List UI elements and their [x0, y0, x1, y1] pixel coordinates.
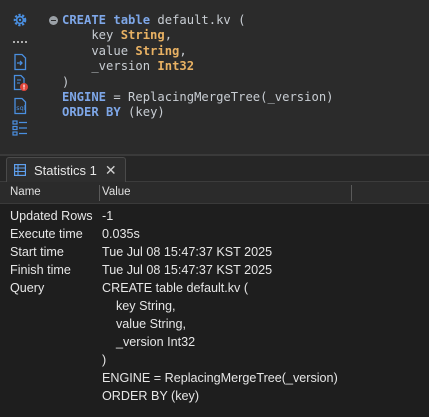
sql-keyword: ENGINE — [62, 89, 107, 104]
row-value: Tue Jul 08 15:47:37 KST 2025 — [102, 243, 272, 261]
sql-type: String — [135, 43, 180, 58]
table-row[interactable]: Updated Rows -1 — [0, 207, 429, 225]
table-grid-icon — [14, 164, 26, 176]
table-body: Updated Rows -1 Execute time 0.035s Start ti… — [0, 207, 429, 405]
sql-text: (key) — [120, 105, 165, 120]
sql-text: , — [179, 43, 187, 58]
editor-toolbar: sql — [0, 0, 40, 154]
tab-label: Statistics 1 — [34, 162, 97, 178]
sql-type: String — [120, 28, 165, 43]
value-line: ENGINE = ReplacingMergeTree(_version) — [102, 371, 338, 385]
row-value: 0.035s — [102, 225, 140, 243]
column-divider[interactable] — [99, 185, 100, 201]
table-row[interactable]: Query CREATE table default.kv ( key Strin… — [0, 279, 429, 405]
value-line: Tue Jul 08 15:47:37 KST 2025 — [102, 263, 273, 277]
sql-type: Int32 — [157, 59, 195, 74]
code-line[interactable]: value String, — [62, 44, 429, 59]
value-line: Tue Jul 08 15:47:37 KST 2025 — [102, 245, 273, 259]
value-line: 0.035s — [102, 227, 140, 241]
row-name: Start time — [10, 245, 64, 259]
code-line[interactable]: ENGINE = ReplacingMergeTree(_version) — [62, 90, 429, 105]
code-line[interactable]: ) — [62, 75, 429, 90]
value-line: _version Int32 — [102, 335, 196, 349]
settings-gear-icon[interactable] — [11, 11, 29, 29]
table-header: Name Value — [0, 182, 429, 204]
row-name: Execute time — [10, 227, 83, 241]
svg-text:sql: sql — [16, 104, 26, 112]
code-text[interactable]: CREATE table default.kv ( key String, va… — [49, 13, 429, 121]
sql-editor[interactable]: sql CREATE table default.kv ( key String… — [0, 0, 429, 154]
code-line[interactable]: key String, — [62, 28, 429, 43]
code-line[interactable]: CREATE table default.kv ( — [49, 13, 429, 28]
script-file-icon[interactable]: sql — [11, 97, 29, 115]
sql-text: _version — [62, 59, 158, 74]
column-header-name[interactable]: Name — [10, 182, 41, 204]
statistics-table: Name Value Updated Rows -1 Execute time 0.0… — [0, 182, 429, 417]
value-line: CREATE table default.kv ( — [102, 281, 249, 295]
row-value: -1 — [102, 207, 113, 225]
value-line: key String, — [102, 299, 176, 313]
row-name: Updated Rows — [10, 209, 93, 223]
table-row[interactable]: Start time Tue Jul 08 15:47:37 KST 2025 — [0, 243, 429, 261]
row-name: Finish time — [10, 263, 71, 277]
sql-text: ) — [62, 74, 70, 89]
value-line: -1 — [102, 209, 114, 223]
results-tab-bar: Statistics 1 ✕ — [0, 156, 429, 182]
value-line: value String, — [102, 317, 186, 331]
row-value: Tue Jul 08 15:47:37 KST 2025 — [102, 261, 272, 279]
sql-keyword: CREATE — [62, 13, 107, 27]
sql-keyword: ORDER — [62, 105, 99, 120]
error-file-icon[interactable] — [11, 74, 29, 92]
sql-text: value — [62, 43, 136, 58]
column-header-value[interactable]: Value — [102, 182, 131, 204]
table-row[interactable]: Finish time Tue Jul 08 15:47:37 KST 2025 — [0, 261, 429, 279]
row-name: Query — [10, 281, 45, 295]
fold-toggle-icon[interactable] — [49, 16, 58, 25]
value-line: ORDER BY (key) — [102, 389, 200, 403]
export-file-icon[interactable] — [11, 53, 29, 71]
table-row[interactable]: Execute time 0.035s — [0, 225, 429, 243]
sql-keyword: table — [113, 13, 151, 27]
outline-tree-icon[interactable] — [11, 119, 29, 137]
code-line[interactable]: _version Int32 — [62, 59, 429, 74]
close-icon[interactable]: ✕ — [105, 163, 117, 177]
sql-text: key — [62, 28, 121, 43]
code-line[interactable]: ORDER BY (key) — [62, 105, 429, 120]
more-dots-icon[interactable] — [11, 31, 29, 49]
row-value: CREATE table default.kv ( key String, va… — [102, 279, 338, 405]
sql-text: = ReplacingMergeTree(_version) — [106, 89, 334, 104]
sql-keyword: BY — [106, 105, 121, 120]
tab-statistics[interactable]: Statistics 1 ✕ — [6, 157, 126, 182]
column-divider[interactable] — [351, 185, 352, 201]
sql-text: , — [164, 28, 173, 43]
sql-text: default.kv ( — [150, 13, 246, 27]
value-line: ) — [102, 353, 107, 367]
